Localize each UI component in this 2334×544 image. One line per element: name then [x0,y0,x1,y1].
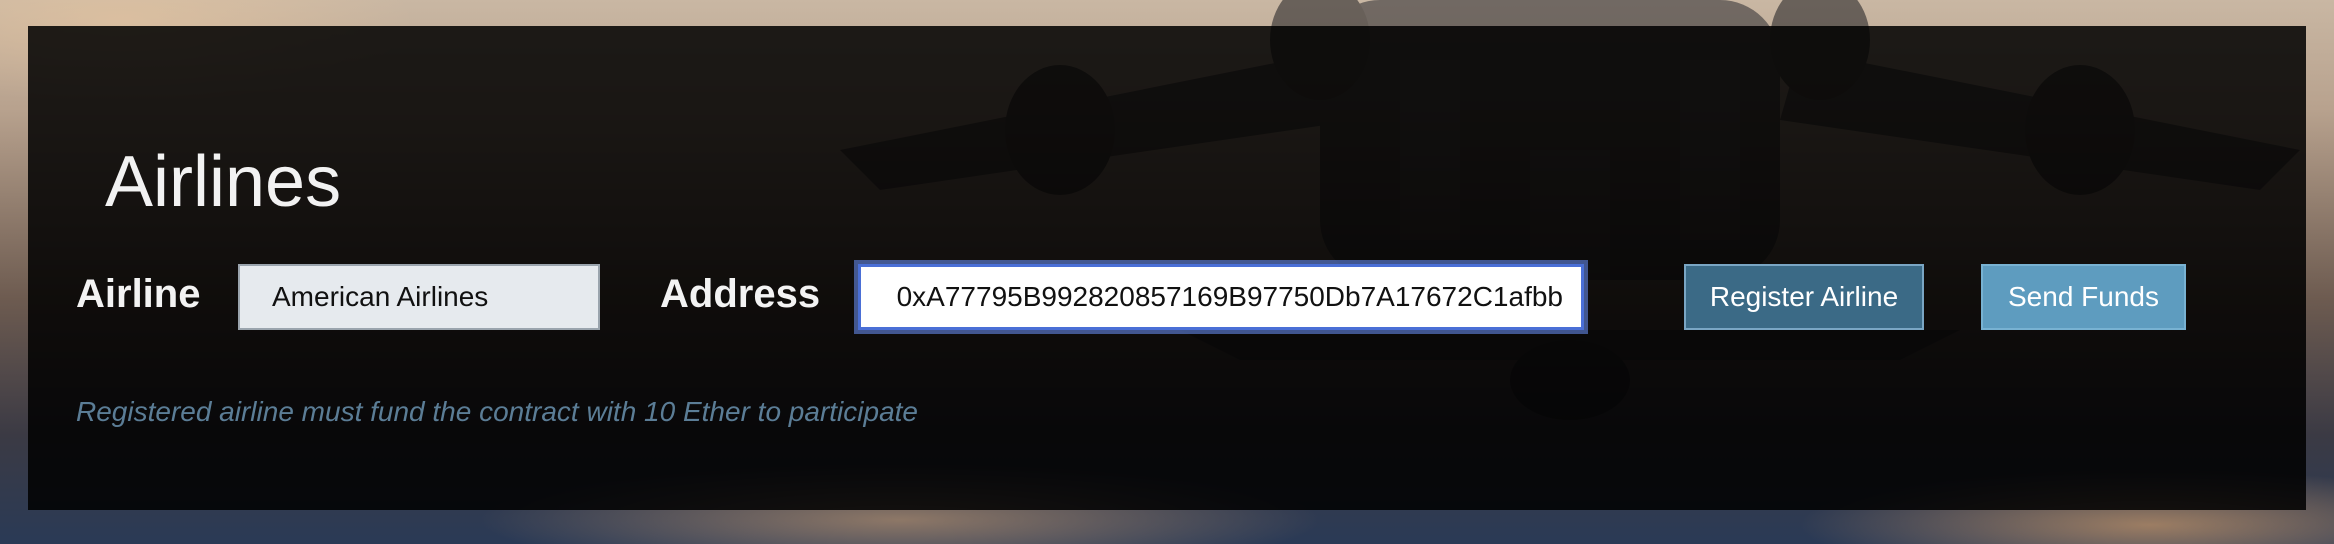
airline-address-input[interactable] [858,264,1584,330]
funding-note: Registered airline must fund the contrac… [76,396,918,427]
address-label: Address [660,272,821,316]
section-title: Airlines [105,142,342,222]
send-funds-button[interactable]: Send Funds [1981,264,2186,330]
airline-name-input[interactable] [238,264,600,330]
register-airline-button[interactable]: Register Airline [1684,264,1924,330]
airline-label: Airline [76,272,201,316]
